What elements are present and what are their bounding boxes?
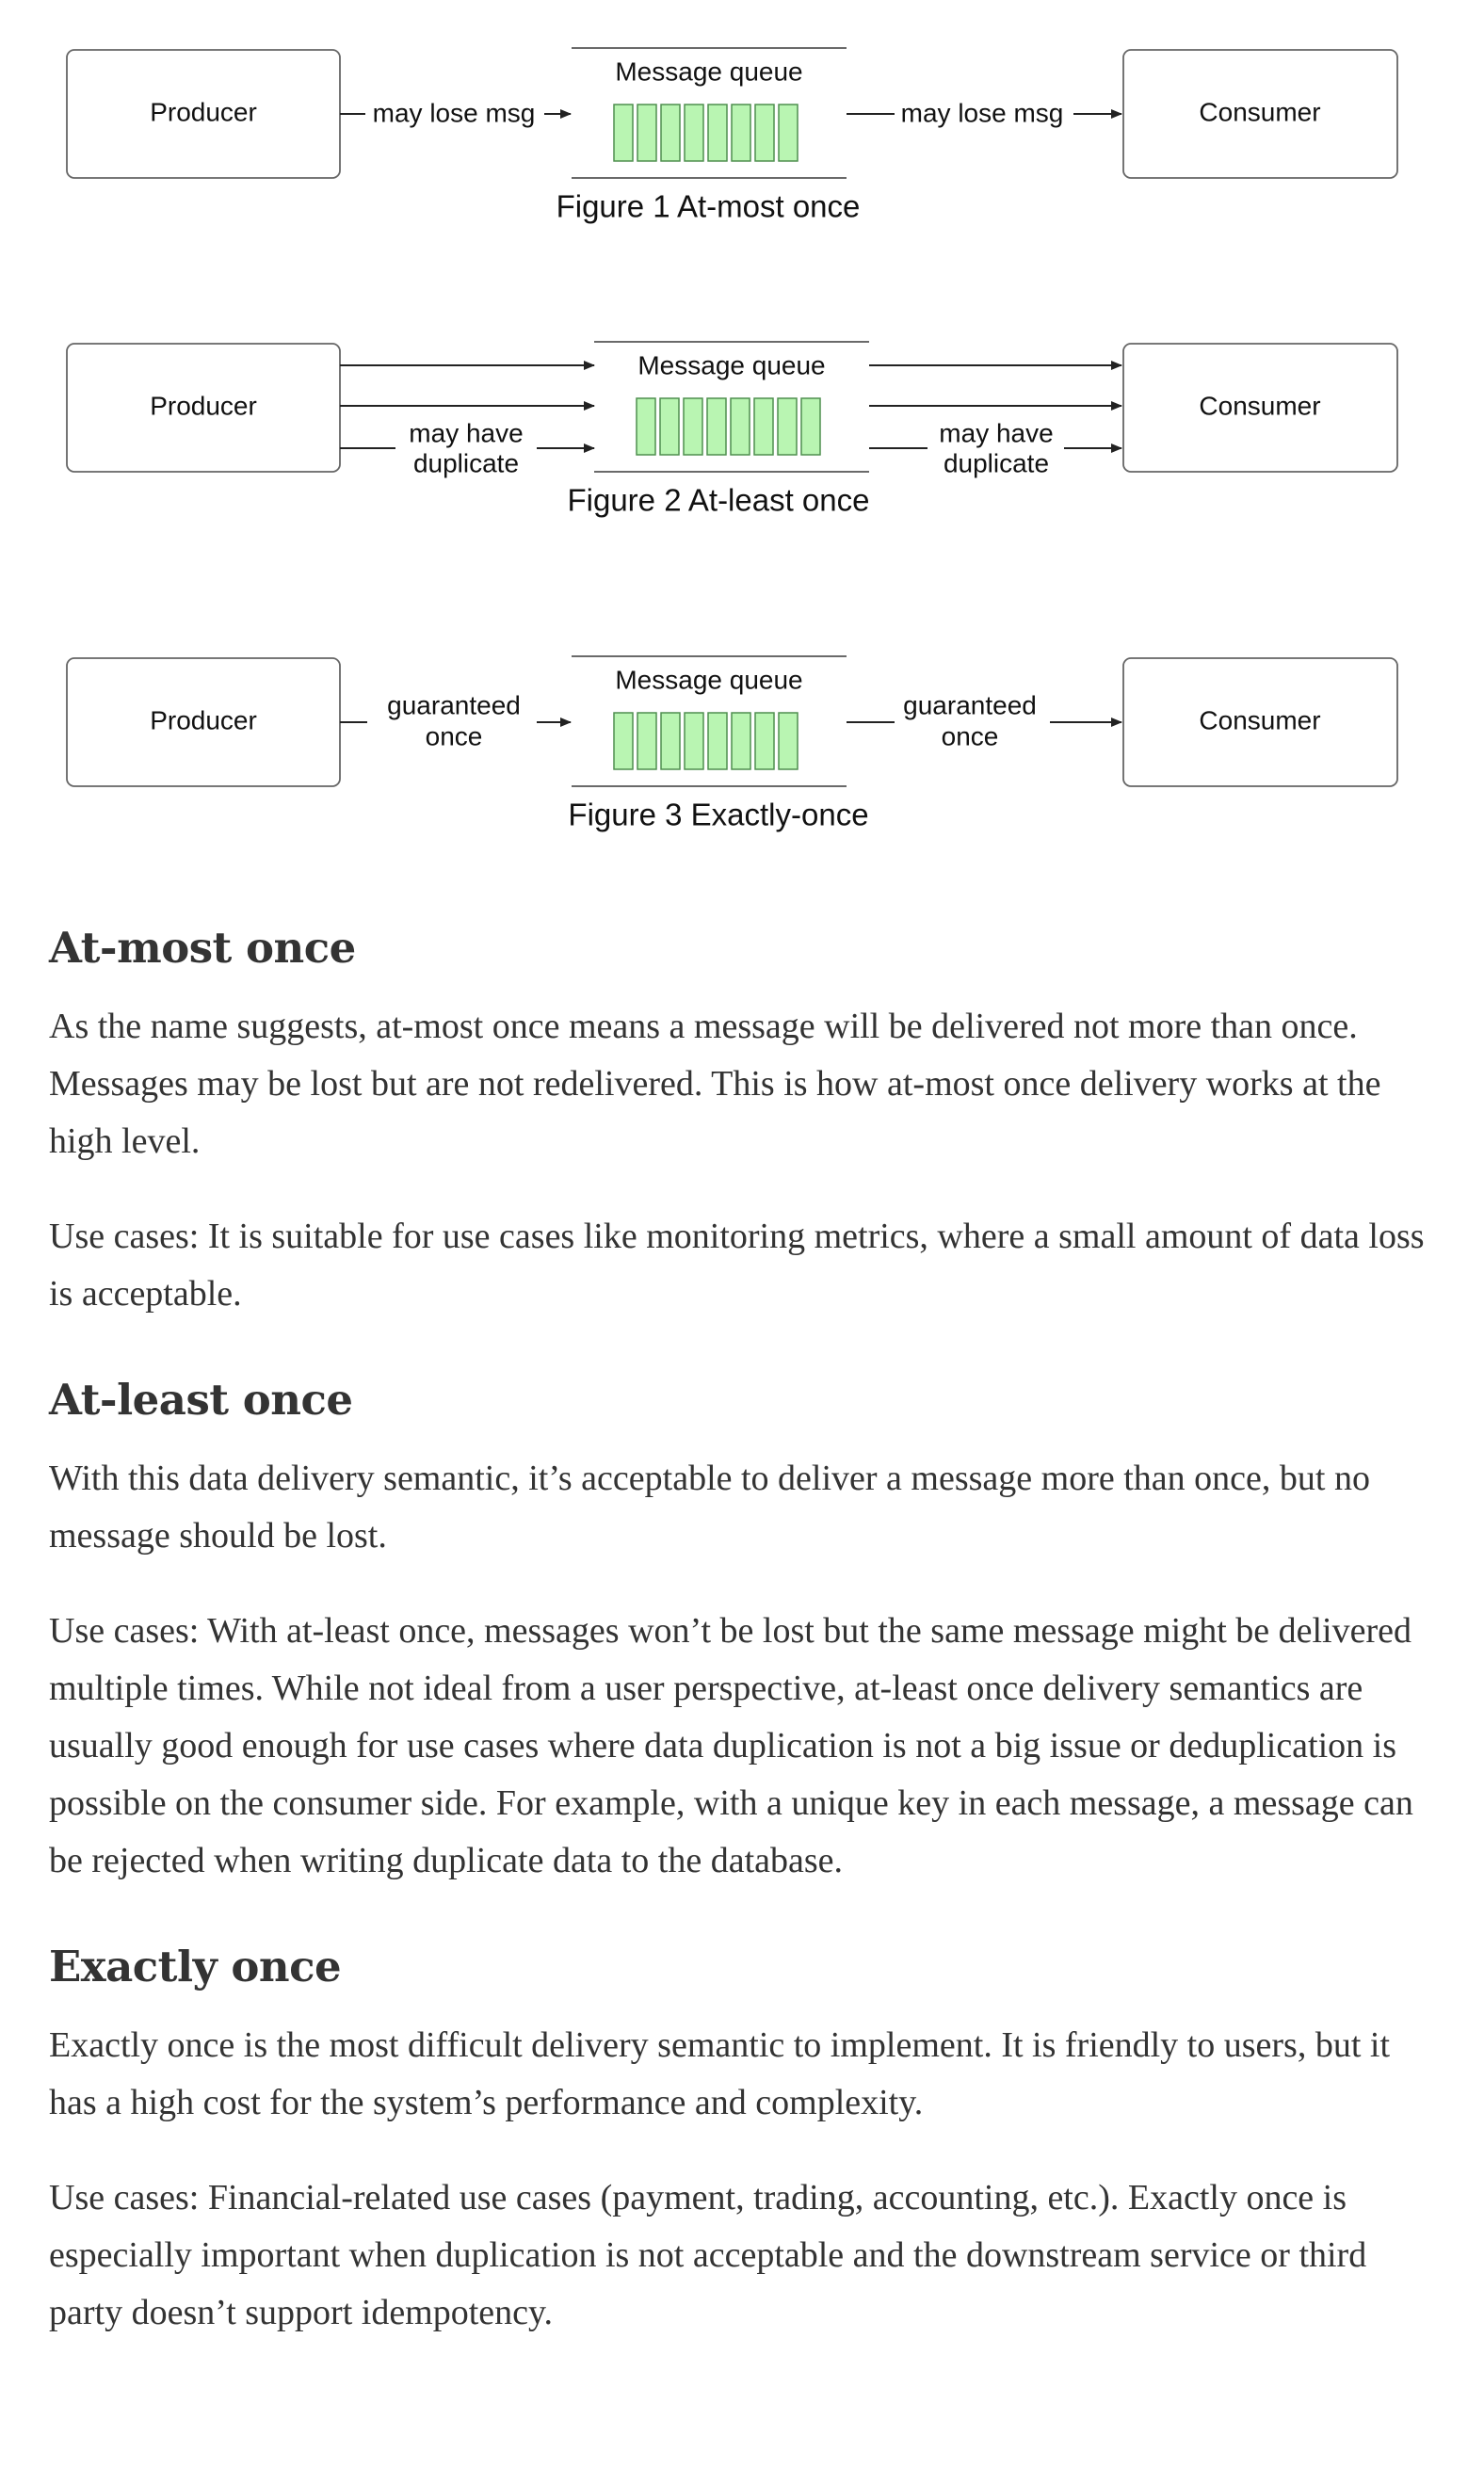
right-arrow-label-line1: may have <box>939 418 1053 447</box>
queue-cell <box>660 104 681 162</box>
queue-cell <box>636 397 656 456</box>
queue-cells <box>636 397 821 456</box>
queue-cell <box>731 104 751 162</box>
section-exactly-once: Exactly once Exactly once is the most di… <box>49 1942 1443 2342</box>
producer-label: Producer <box>150 391 257 420</box>
figure-caption: Figure 3 Exactly-once <box>568 798 868 832</box>
queue-cell <box>778 104 798 162</box>
figure-at-most-once: Producer may lose msg Message queue may … <box>66 47 1398 224</box>
queue-cell <box>659 397 680 456</box>
section-paragraph: Use cases: It is suitable for use cases … <box>49 1217 1425 1314</box>
section-at-least-once: At-least once With this data delivery se… <box>49 1375 1443 1890</box>
section-paragraph: With this data delivery semantic, it’s a… <box>49 1459 1370 1556</box>
queue-cell <box>800 397 821 456</box>
left-arrow-label-line1: may have <box>409 418 523 447</box>
queue-cell <box>660 712 681 770</box>
queue-cell <box>613 104 634 162</box>
right-arrow-label-line2: once <box>942 721 999 750</box>
queue-cell <box>637 712 657 770</box>
figure-exactly-once: Producer guaranteed once Message queue g… <box>66 655 1398 832</box>
right-arrow-label-line1: guaranteed <box>903 690 1037 719</box>
queue-cell <box>754 712 775 770</box>
section-at-most-once: At-most once As the name suggests, at-mo… <box>49 923 1443 1323</box>
consumer-label: Consumer <box>1199 705 1320 734</box>
section-paragraph: Exactly once is the most difficult deliv… <box>49 2025 1390 2122</box>
right-arrow-label: may lose msg <box>901 98 1064 127</box>
queue-label: Message queue <box>615 56 802 86</box>
queue-label: Message queue <box>615 665 802 694</box>
queue-cells <box>613 712 798 770</box>
figure-caption: Figure 1 At-most once <box>556 189 861 224</box>
section-paragraph: Use cases: With at-least once, messages … <box>49 1611 1413 1880</box>
queue-cell <box>613 712 634 770</box>
section-heading: At-most once <box>49 923 356 973</box>
producer-label: Producer <box>150 97 257 126</box>
queue-cell <box>754 104 775 162</box>
queue-cell <box>684 104 704 162</box>
section-paragraph: As the name suggests, at-most once means… <box>49 1007 1381 1161</box>
left-arrow-label-line2: duplicate <box>413 448 519 477</box>
article-body: At-most once As the name suggests, at-mo… <box>49 923 1443 2394</box>
queue-cell <box>778 712 798 770</box>
queue-cell <box>707 712 728 770</box>
queue-cell <box>730 397 750 456</box>
section-paragraph: Use cases: Financial-related use cases (… <box>49 2178 1367 2332</box>
consumer-label: Consumer <box>1199 391 1320 420</box>
producer-label: Producer <box>150 705 257 734</box>
queue-cell <box>637 104 657 162</box>
left-arrow-label-line2: once <box>426 721 483 750</box>
section-heading: Exactly once <box>49 1942 342 1991</box>
queue-cell <box>684 712 704 770</box>
right-arrow-label-line2: duplicate <box>944 448 1049 477</box>
left-arrow-label-line1: guaranteed <box>387 690 521 719</box>
queue-cell <box>777 397 798 456</box>
section-heading: At-least once <box>49 1375 353 1425</box>
figure-at-least-once: Producer may have duplicate Message queu… <box>66 341 1398 518</box>
queue-label: Message queue <box>637 350 825 379</box>
consumer-label: Consumer <box>1199 97 1320 126</box>
queue-cells <box>613 104 798 162</box>
queue-cell <box>707 104 728 162</box>
left-arrow-label: may lose msg <box>373 98 536 127</box>
queue-cell <box>683 397 703 456</box>
queue-cell <box>731 712 751 770</box>
queue-cell <box>753 397 774 456</box>
figure-caption: Figure 2 At-least once <box>567 483 869 518</box>
queue-cell <box>706 397 727 456</box>
